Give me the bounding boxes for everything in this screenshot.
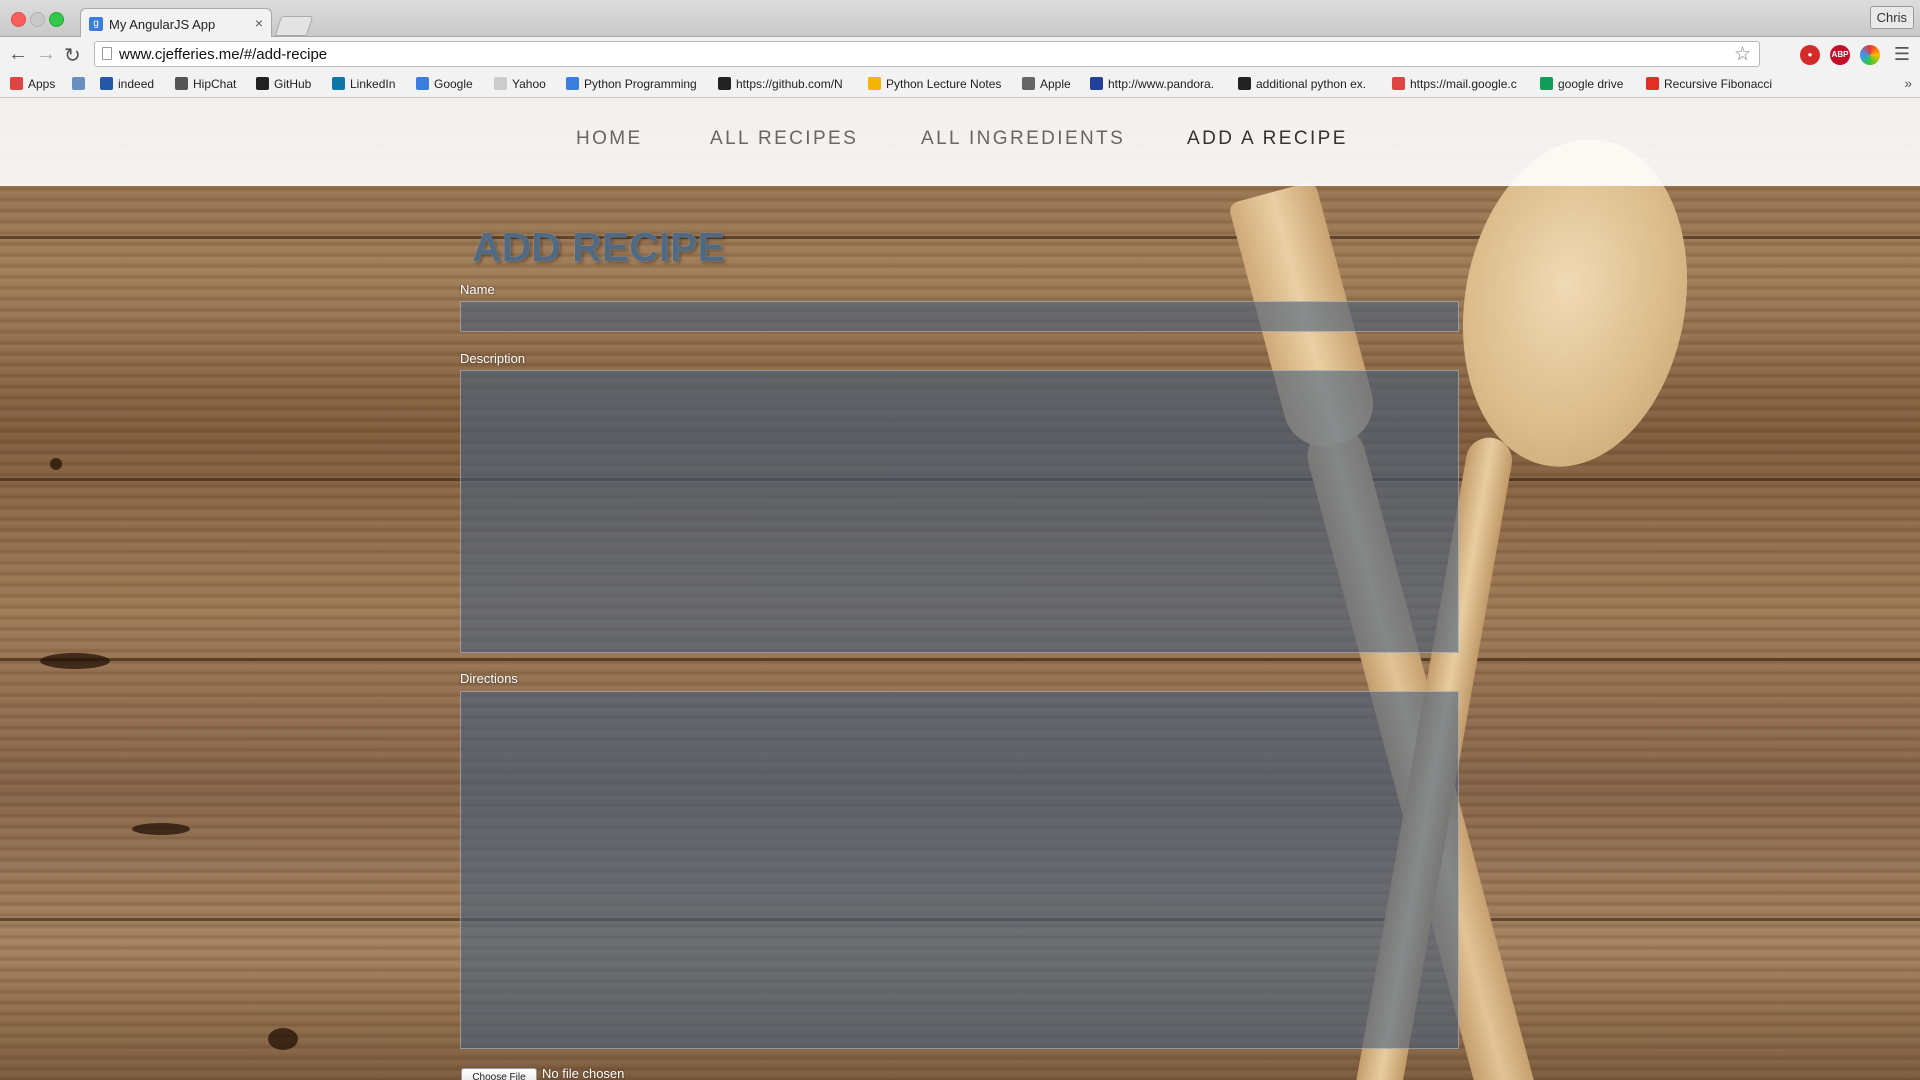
google-icon xyxy=(416,77,429,90)
browser-tab-active[interactable]: g My AngularJS App × xyxy=(80,8,272,38)
bookmark-item[interactable]: Recursive Fibonacci xyxy=(1646,77,1772,91)
bookmark-item[interactable]: Google xyxy=(416,77,473,91)
drive-icon xyxy=(1540,77,1553,90)
bookmark-item[interactable]: https://github.com/N xyxy=(718,77,843,91)
bookmark-item[interactable]: GitHub xyxy=(256,77,311,91)
bookmark-item[interactable]: https://mail.google.c xyxy=(1392,77,1517,91)
drive-icon xyxy=(868,77,881,90)
folder-icon xyxy=(72,77,85,90)
bookmark-label: GitHub xyxy=(274,77,312,91)
indeed-icon xyxy=(100,77,113,90)
bookmark-item[interactable]: indeed xyxy=(100,77,154,91)
directions-textarea[interactable] xyxy=(460,691,1459,1049)
back-arrow-icon[interactable]: ← xyxy=(8,43,28,66)
wood-knot xyxy=(132,823,190,835)
bookmark-label: Python Programming xyxy=(584,77,697,91)
linkedin-icon xyxy=(332,77,345,90)
url-text: www.cjefferies.me/#/add-recipe xyxy=(119,46,328,63)
bookmark-label: https://mail.google.c xyxy=(1410,77,1517,91)
bookmark-label: indeed xyxy=(118,77,155,91)
bookmark-star-icon[interactable]: ☆ xyxy=(1734,43,1751,66)
bookmark-label: google drive xyxy=(1558,77,1624,91)
name-label: Name xyxy=(460,282,495,297)
forward-arrow-icon[interactable]: → xyxy=(36,43,56,66)
google-favicon-icon: g xyxy=(89,17,103,31)
bookmark-item[interactable]: google drive xyxy=(1540,77,1623,91)
nav-all-recipes[interactable]: ALL RECIPES xyxy=(710,128,858,150)
profile-button[interactable]: Chris xyxy=(1869,6,1914,29)
bookmark-item[interactable]: Apple xyxy=(1022,77,1071,91)
nav-add-a-recipe[interactable]: ADD A RECIPE xyxy=(1187,128,1348,150)
pandora-icon xyxy=(1090,77,1103,90)
apple-icon xyxy=(1022,77,1035,90)
bookmark-label: Yahoo xyxy=(512,77,546,91)
browser-titlebar: g My AngularJS App × Chris xyxy=(0,0,1920,38)
wood-knot xyxy=(50,458,62,470)
wood-knot xyxy=(268,1028,298,1050)
directions-label: Directions xyxy=(460,671,518,686)
bookmark-label: additional python ex. xyxy=(1256,77,1367,91)
bookmark-item[interactable]: Yahoo xyxy=(494,77,546,91)
reload-icon[interactable]: ↻ xyxy=(64,43,81,68)
description-textarea[interactable] xyxy=(460,370,1459,653)
github-icon xyxy=(256,77,269,90)
bookmark-label: https://github.com/N xyxy=(736,77,843,91)
name-input[interactable] xyxy=(460,301,1459,332)
hipchat-icon xyxy=(175,77,188,90)
bookmarks-bar: » Apps indeed HipChat GitHub LinkedIn Google Y… xyxy=(0,72,1920,98)
python-icon xyxy=(566,77,579,90)
bookmark-item[interactable]: additional python ex. xyxy=(1238,77,1366,91)
page-icon xyxy=(102,47,112,60)
extension-stop-icon[interactable]: ● xyxy=(1800,45,1820,65)
youtube-icon xyxy=(1646,77,1659,90)
tab-title: My AngularJS App xyxy=(109,17,216,32)
bookmark-item[interactable]: Apps xyxy=(10,77,55,91)
bookmark-label: LinkedIn xyxy=(350,77,396,91)
address-bar[interactable]: www.cjefferies.me/#/add-recipe ☆ xyxy=(94,41,1760,67)
bookmark-item[interactable]: LinkedIn xyxy=(332,77,395,91)
site-nav: HOME ALL RECIPES ALL INGREDIENTS ADD A R… xyxy=(0,98,1920,186)
nav-all-ingredients[interactable]: ALL INGREDIENTS xyxy=(921,128,1125,150)
maximize-window-button[interactable] xyxy=(49,12,64,27)
browser-menu-icon[interactable]: ☰ xyxy=(1894,44,1910,65)
bookmark-item[interactable] xyxy=(72,77,90,91)
bookmark-label: Recursive Fibonacci xyxy=(1664,77,1773,91)
bookmark-label: HipChat xyxy=(193,77,237,91)
gmail-icon xyxy=(1392,77,1405,90)
bookmark-item[interactable]: Python Programming xyxy=(566,77,697,91)
page-icon xyxy=(494,77,507,90)
bookmark-label: Google xyxy=(434,77,473,91)
nav-home[interactable]: HOME xyxy=(576,128,643,150)
bookmark-label: Python Lecture Notes xyxy=(886,77,1002,91)
apps-grid-icon xyxy=(10,77,23,90)
file-status-text: No file chosen xyxy=(542,1066,625,1080)
description-label: Description xyxy=(460,351,526,366)
bookmark-item[interactable]: Python Lecture Notes xyxy=(868,77,1001,91)
close-window-button[interactable] xyxy=(11,12,26,27)
page-content: HOME ALL RECIPES ALL INGREDIENTS ADD A R… xyxy=(0,98,1920,1080)
page-title: ADD RECIPE xyxy=(472,224,725,270)
choose-file-button[interactable]: Choose File xyxy=(461,1068,537,1080)
bookmark-item[interactable]: HipChat xyxy=(175,77,236,91)
bookmark-item[interactable]: http://www.pandora. xyxy=(1090,77,1214,91)
bookmark-label: http://www.pandora. xyxy=(1108,77,1215,91)
github-icon xyxy=(1238,77,1251,90)
tab-close-icon[interactable]: × xyxy=(255,15,263,31)
bookmark-label: Apps xyxy=(28,77,56,91)
wood-plank-seam xyxy=(0,658,1920,661)
minimize-window-button[interactable] xyxy=(30,12,45,27)
color-picker-extension-icon[interactable] xyxy=(1860,45,1880,65)
new-tab-button[interactable] xyxy=(274,16,314,36)
adblock-plus-icon[interactable]: ABP xyxy=(1830,45,1850,65)
bookmark-label: Apple xyxy=(1040,77,1071,91)
wood-knot xyxy=(40,653,110,669)
more-bookmarks-icon[interactable]: » xyxy=(1904,75,1912,91)
browser-toolbar: ← → ↻ www.cjefferies.me/#/add-recipe ☆ ●… xyxy=(0,37,1920,72)
github-icon xyxy=(718,77,731,90)
